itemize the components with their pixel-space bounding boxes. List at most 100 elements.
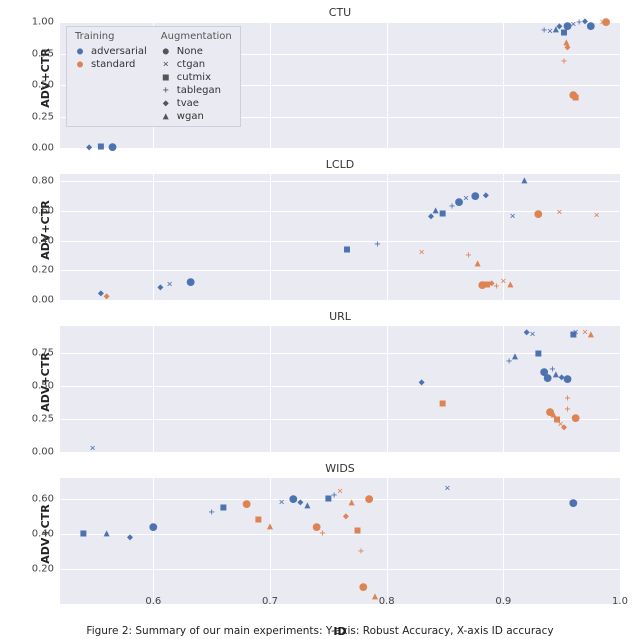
data-point: ● [564, 373, 572, 386]
legend-title-augmentation: Augmentation [161, 31, 232, 42]
data-point: × [419, 248, 425, 258]
data-point: ▲ [521, 176, 527, 186]
data-point: ■ [344, 245, 350, 255]
data-point: ▲ [372, 592, 378, 602]
legend-label: adversarial [91, 46, 147, 57]
data-point: ■ [255, 515, 261, 525]
data-point: + [561, 57, 567, 67]
legend-item: ■cutmix [161, 72, 232, 83]
subplot-lcld: LCLDADV+CTR◆◆◆×●■+×◆▲■+●×●◆+▲●■◆+×▲×▲●××… [60, 160, 620, 300]
data-point: × [463, 194, 469, 204]
data-point: ◆ [419, 378, 425, 388]
data-point: ● [109, 140, 117, 153]
plot-area: ■▲◆●+■●■▲×●◆▲●+■+×◆▲■+●●▲×● [60, 478, 620, 604]
data-point: ■ [220, 503, 226, 513]
plot-area: ×◆■+▲◆×■●●+▲◆●■×+●▲■×◆+●×▲ [60, 326, 620, 452]
data-point: × [529, 330, 535, 340]
data-point: ◆ [561, 423, 567, 433]
x-tick: 0.6 [145, 596, 161, 607]
data-point: ▲ [512, 352, 518, 362]
data-point: ● [471, 190, 479, 203]
legend: Training ● adversarial ●standard Augmentatio… [66, 26, 241, 127]
data-point: ■ [440, 209, 446, 219]
y-tick: 0.25 [32, 111, 54, 122]
y-tick: 0.50 [32, 80, 54, 91]
subplot-wids: WIDSADV+CTR■▲◆●+■●■▲×●◆▲●+■+×◆▲■+●●▲×●0.… [60, 464, 620, 604]
data-point: ● [602, 16, 610, 29]
data-point: ■ [98, 142, 104, 152]
x-tick: 0.7 [262, 596, 278, 607]
y-tick: 1.00 [32, 17, 54, 28]
legend-marker: ● [161, 46, 171, 57]
legend-title-training: Training [75, 31, 147, 42]
data-point: × [500, 277, 506, 287]
legend-item: ●standard [75, 59, 147, 70]
y-tick: 0.60 [32, 494, 54, 505]
subplot-title: WIDS [60, 462, 620, 475]
data-point: ● [569, 496, 577, 509]
legend-label: None [177, 46, 203, 57]
data-point: ▲ [433, 206, 439, 216]
y-tick: 0.20 [32, 564, 54, 575]
data-point: × [337, 487, 343, 497]
data-point: × [167, 280, 173, 290]
data-point: × [279, 498, 285, 508]
x-tick: 1.0 [612, 596, 628, 607]
data-point: × [573, 328, 579, 338]
legend-label: ctgan [177, 59, 205, 70]
data-point: + [374, 240, 380, 250]
data-point: ◆ [564, 43, 570, 53]
x-tick: 0.9 [495, 596, 511, 607]
data-point: × [594, 211, 600, 221]
data-point: ■ [440, 399, 446, 409]
legend-label: wgan [177, 111, 204, 122]
subplot-title: URL [60, 310, 620, 323]
legend-marker: × [161, 59, 171, 70]
data-point: ■ [573, 93, 579, 103]
data-point: ◆ [483, 191, 489, 201]
legend-swatch: ● [75, 46, 85, 57]
y-tick: 0.25 [32, 413, 54, 424]
legend-marker: ■ [161, 72, 171, 83]
legend-item: + tablegan [161, 85, 232, 96]
y-tick: 0.40 [32, 529, 54, 540]
data-point: ● [587, 19, 595, 32]
data-point: × [556, 208, 562, 218]
data-point: + [358, 547, 364, 557]
legend-item: ● adversarial [75, 46, 147, 57]
data-point: ● [359, 580, 367, 593]
legend-marker: ◆ [161, 98, 171, 109]
legend-item: × ctgan [161, 59, 232, 70]
y-tick: 0.00 [32, 143, 54, 154]
data-point: ◆ [86, 143, 92, 153]
data-point: ● [572, 411, 580, 424]
plot-area: ◆◆◆×●■+×◆▲■+●×●◆+▲●■◆+×▲×▲●×× [60, 174, 620, 300]
data-point: ▲ [475, 259, 481, 269]
data-point: ● [149, 521, 157, 534]
legend-item: ◆ tvae [161, 98, 232, 109]
subplot-title: CTU [60, 6, 620, 19]
data-point: ▲ [267, 522, 273, 532]
legend-item: ● None [161, 46, 232, 57]
y-tick: 0.40 [32, 235, 54, 246]
y-tick: 0.20 [32, 265, 54, 276]
data-point: ■ [80, 529, 86, 539]
data-point: ■ [535, 349, 541, 359]
legend-label: tablegan [177, 85, 221, 96]
data-point: ● [365, 493, 373, 506]
x-tick: 0.8 [379, 596, 395, 607]
y-tick: 0.75 [32, 48, 54, 59]
legend-marker: + [161, 85, 171, 96]
legend-item: ▲wgan [161, 111, 232, 122]
legend-swatch: ● [75, 59, 85, 70]
data-point: ▲ [349, 498, 355, 508]
data-point: ◆ [343, 512, 349, 522]
data-point: ▲ [304, 501, 310, 511]
data-point: ■ [354, 526, 360, 536]
legend-label: tvae [177, 98, 199, 109]
data-point: ◆ [104, 292, 110, 302]
subplot-ctu: CTUADV+CTR◆■●+×▲◆■●×+◆●▲◆●■+×●0.000.250.… [60, 8, 620, 148]
y-tick: 0.00 [32, 447, 54, 458]
y-tick: 0.00 [32, 295, 54, 306]
data-point: ◆ [297, 498, 303, 508]
